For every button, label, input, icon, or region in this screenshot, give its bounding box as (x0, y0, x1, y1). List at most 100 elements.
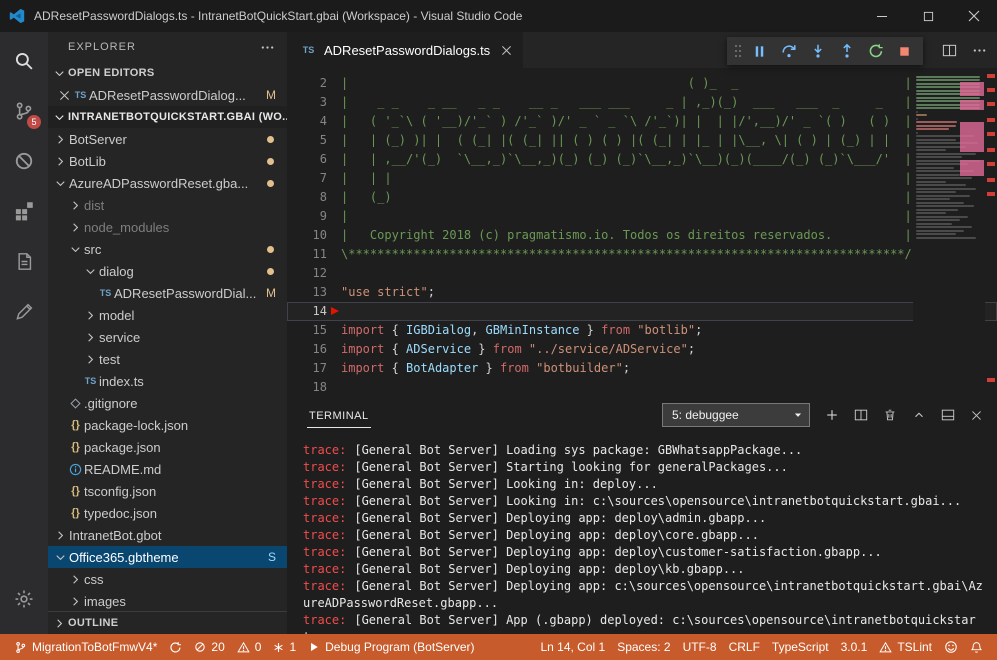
terminal-actions: 5: debuggee (662, 403, 997, 427)
step-over-icon (781, 43, 797, 59)
tab-adresetpassworddialogs[interactable]: TS ADResetPasswordDialogs.ts (287, 32, 523, 68)
debug-step-into-button[interactable] (803, 37, 832, 65)
activity-search-button[interactable] (0, 36, 48, 86)
line-number[interactable]: 7 (287, 169, 341, 188)
tree-item-dist[interactable]: dist (48, 194, 287, 216)
activity-extensions-button[interactable] (0, 186, 48, 236)
split-editor-icon[interactable] (942, 43, 957, 58)
editor-pane: 2| ( )_ _ |3| _ _ _ __ _ _ __ _ ___ ___ … (287, 68, 997, 398)
line-number[interactable]: 16 (287, 340, 341, 359)
tree-item-office365-gbtheme[interactable]: Office365.gbthemeS (48, 546, 287, 568)
terminal-output[interactable]: trace:[General Bot Server] Loading sys p… (287, 432, 997, 634)
tree-item-node-modules[interactable]: node_modules (48, 216, 287, 238)
open-editor-item[interactable]: TSADResetPasswordDialog...M (48, 84, 287, 106)
tree-item-src[interactable]: src (48, 238, 287, 260)
status-language-label: TypeScript (772, 640, 829, 654)
line-number[interactable]: 9 (287, 207, 341, 226)
status-language[interactable]: TypeScript (766, 634, 835, 660)
split-terminal-icon[interactable] (854, 408, 868, 422)
tree-item-service[interactable]: service (48, 326, 287, 348)
close-button[interactable] (951, 0, 997, 32)
workspace-section-header[interactable]: INTRANETBOTQUICKSTART.GBAI (WO... (48, 106, 287, 128)
activity-settings-button[interactable] (0, 574, 48, 624)
status-sync[interactable] (163, 634, 188, 660)
line-number[interactable]: 4 (287, 112, 341, 131)
tree-item-css[interactable]: css (48, 568, 287, 590)
status-git-branch[interactable]: MigrationToBotFmwV4* (8, 634, 163, 660)
minimap-error-decoration (960, 100, 984, 110)
terminal-selector[interactable]: 5: debuggee (662, 403, 810, 427)
tree-item-dialog[interactable]: dialog (48, 260, 287, 282)
status-notifications[interactable] (964, 634, 989, 660)
chevron-down-icon (52, 176, 69, 191)
more-actions-icon[interactable] (972, 43, 987, 58)
tree-item-package-lock-json[interactable]: {}package-lock.json (48, 414, 287, 436)
line-number[interactable]: 5 (287, 131, 341, 150)
trace-label: trace: (303, 562, 346, 576)
status-tslint[interactable]: TSLint (873, 634, 938, 660)
debug-step-over-button[interactable] (774, 37, 803, 65)
activity-debug-blocked-button[interactable] (0, 136, 48, 186)
activity-source-control-button[interactable]: 5 (0, 86, 48, 136)
minimap[interactable] (913, 68, 985, 398)
tree-item-adresetpassworddial[interactable]: TSADResetPasswordDial...M (48, 282, 287, 304)
tree-item-index-ts[interactable]: TSindex.ts (48, 370, 287, 392)
tree-item-typedoc-json[interactable]: {}typedoc.json (48, 502, 287, 524)
tree-item-botlib[interactable]: BotLib (48, 150, 287, 172)
tree-item-gitignore[interactable]: .gitignore (48, 392, 287, 414)
tree-item-package-json[interactable]: {}package.json (48, 436, 287, 458)
tree-item-botserver[interactable]: BotServer (48, 128, 287, 150)
activity-documents-button[interactable] (0, 236, 48, 286)
line-number[interactable]: 6 (287, 150, 341, 169)
debug-pause-button[interactable] (745, 37, 774, 65)
sync-icon (169, 641, 182, 654)
open-editors-section-header[interactable]: OPEN EDITORS (48, 62, 287, 84)
status-encoding[interactable]: UTF-8 (677, 634, 723, 660)
status-indentation[interactable]: Spaces: 2 (611, 634, 676, 660)
tree-item-images[interactable]: images (48, 590, 287, 611)
status-warnings[interactable]: 0 (231, 634, 268, 660)
status-cursor-position[interactable]: Ln 14, Col 1 (534, 634, 611, 660)
new-terminal-icon[interactable] (825, 408, 839, 422)
maximize-panel-icon[interactable] (912, 408, 926, 422)
close-panel-icon[interactable] (970, 409, 983, 422)
line-number[interactable]: 11 (287, 245, 341, 264)
line-number[interactable]: 12 (287, 264, 341, 283)
tree-item-azureadpasswordreset-gba[interactable]: AzureADPasswordReset.gba... (48, 172, 287, 194)
debug-stop-button[interactable] (890, 37, 919, 65)
debug-restart-button[interactable] (861, 37, 890, 65)
debug-blocked-icon (14, 151, 34, 171)
status-eol[interactable]: CRLF (723, 634, 766, 660)
status-errors[interactable]: 20 (188, 634, 230, 660)
code-line: 3| _ _ _ __ _ _ __ _ ___ ___ _ | ,_)(_) … (287, 93, 997, 112)
line-number[interactable]: 3 (287, 93, 341, 112)
status-feedback[interactable] (938, 634, 964, 660)
debug-step-out-button[interactable] (832, 37, 861, 65)
line-number[interactable]: 2 (287, 74, 341, 93)
line-number[interactable]: 17 (287, 359, 341, 378)
tree-item-tsconfig-json[interactable]: {}tsconfig.json (48, 480, 287, 502)
activity-edit-button[interactable] (0, 286, 48, 336)
line-number[interactable]: 8 (287, 188, 341, 207)
line-number[interactable]: 15 (287, 321, 341, 340)
line-number[interactable]: 13 (287, 283, 341, 302)
tree-item-intranetbot-gbot[interactable]: IntranetBot.gbot (48, 524, 287, 546)
line-number[interactable]: 10 (287, 226, 341, 245)
toggle-panel-icon[interactable] (941, 408, 955, 422)
tree-item-readme-md[interactable]: README.md (48, 458, 287, 480)
kill-terminal-icon[interactable] (883, 408, 897, 422)
tree-item-model[interactable]: model (48, 304, 287, 326)
tab-close-icon[interactable] (501, 45, 512, 56)
status-debug-target[interactable]: Debug Program (BotServer) (302, 634, 480, 660)
tab-terminal[interactable]: TERMINAL (307, 403, 371, 428)
outline-section-header[interactable]: OUTLINE (48, 611, 287, 634)
line-number[interactable]: 18 (287, 378, 341, 397)
status-version[interactable]: 3.0.1 (835, 634, 874, 660)
status-info-count[interactable]: 1 (267, 634, 302, 660)
overview-ruler[interactable] (985, 68, 997, 398)
minimize-button[interactable] (859, 0, 905, 32)
maximize-button[interactable] (905, 0, 951, 32)
editor-content[interactable]: 2| ( )_ _ |3| _ _ _ __ _ _ __ _ ___ ___ … (287, 68, 997, 398)
tree-item-test[interactable]: test (48, 348, 287, 370)
more-actions-icon[interactable] (260, 40, 275, 55)
